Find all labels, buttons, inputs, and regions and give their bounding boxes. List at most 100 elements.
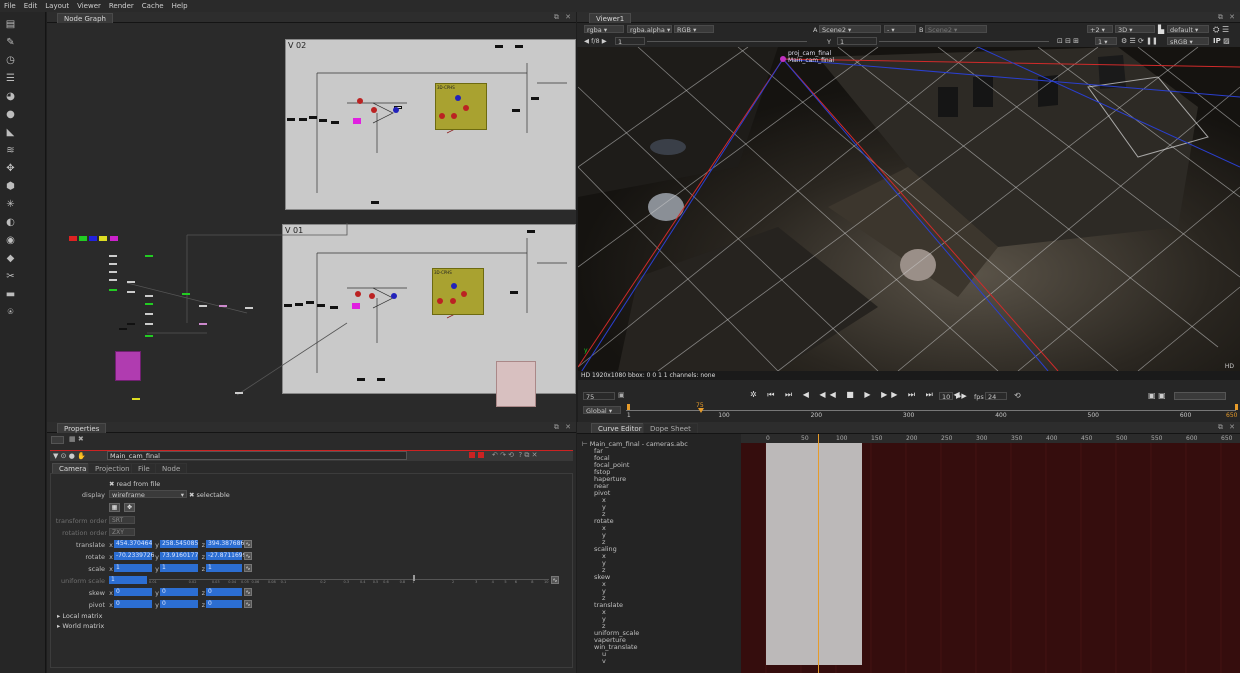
menu-help[interactable]: Help (172, 2, 188, 10)
node-dot[interactable] (369, 293, 375, 299)
views-tool-icon[interactable]: ◉ (4, 234, 17, 247)
step-forward-icon[interactable]: ▶▶ (956, 392, 967, 400)
frame-mode-dropdown[interactable]: Global ▾ (583, 406, 621, 415)
3d-group-bottom[interactable]: 3D-CPHS (432, 268, 484, 315)
node[interactable] (145, 323, 153, 325)
tree-item[interactable]: v (602, 657, 606, 665)
gain-field[interactable]: 1 (615, 37, 645, 46)
node[interactable] (127, 291, 135, 293)
curve-icon[interactable]: ∿ (244, 540, 252, 548)
local-matrix-toggle[interactable]: ▸ Local matrix (57, 612, 102, 620)
node[interactable] (182, 293, 190, 295)
node-dot[interactable] (393, 107, 399, 113)
node-dot[interactable] (450, 298, 456, 304)
node-header-icons[interactable]: ▼ ⊙ ● ✋ (53, 452, 86, 460)
tree-item[interactable]: translate (594, 601, 623, 609)
node[interactable] (145, 295, 153, 297)
curve-icon[interactable]: ∿ (551, 576, 559, 584)
tab-projection[interactable]: Projection (88, 463, 137, 473)
loop-icon[interactable]: ⟲ (1014, 391, 1021, 400)
node-color-icon[interactable] (478, 452, 484, 458)
panel-controls[interactable]: ⧉ ✕ (554, 423, 573, 432)
other-tool-icon[interactable]: ▬ (4, 288, 17, 301)
node-red[interactable] (69, 236, 77, 241)
node[interactable] (495, 45, 503, 48)
scale-z-field[interactable]: 1 (206, 564, 242, 572)
curve-graph[interactable]: 0 50 100 150 200 250 300 350 400 450 500 550 600 650 (741, 434, 1240, 673)
node-magenta[interactable] (353, 118, 361, 124)
transform-order-dropdown[interactable]: SRT (109, 516, 135, 524)
tab-properties[interactable]: Properties (57, 423, 107, 433)
3d-tool-icon[interactable]: ⬢ (4, 180, 17, 193)
viewer-tools-icons[interactable]: ⚙ ☰ ⟳ ❚❚ (1121, 37, 1158, 45)
rotate-y-field[interactable]: 73.9160177 (160, 552, 198, 560)
slider-handle[interactable] (413, 575, 415, 581)
node[interactable] (295, 303, 303, 306)
node[interactable] (132, 398, 140, 400)
particles-tool-icon[interactable]: ✳ (4, 198, 17, 211)
node[interactable] (531, 97, 539, 100)
metadata-tool-icon[interactable]: ◆ (4, 252, 17, 265)
render-icon[interactable]: ▦ (109, 503, 120, 512)
rotate-z-field[interactable]: -27.8711699 (206, 552, 246, 560)
node[interactable] (109, 289, 117, 291)
node[interactable] (199, 323, 207, 325)
node[interactable] (377, 378, 385, 381)
pivot-x-field[interactable]: 0 (114, 600, 152, 608)
menu-file[interactable]: File (4, 2, 16, 10)
settings-icon[interactable]: ⛭ ☰ (1213, 25, 1229, 35)
keyframe-range[interactable] (766, 443, 862, 665)
playhead-marker[interactable] (698, 408, 704, 413)
alpha-dropdown[interactable]: rgba.alpha ▾ (627, 25, 672, 34)
playback-range-bar[interactable] (1174, 392, 1226, 400)
node-magenta[interactable] (352, 303, 360, 309)
pivot-y-field[interactable]: 0 (160, 600, 198, 608)
node-graph-canvas[interactable]: V 02 V 01 3D-CPHS 3D-CPHS (47, 23, 576, 422)
colorspace-dropdown[interactable]: sRGB ▾ (1167, 37, 1209, 46)
node[interactable] (306, 301, 314, 304)
node-dot[interactable] (461, 291, 467, 297)
skew-x-field[interactable]: 0 (114, 588, 152, 596)
node[interactable] (109, 271, 117, 273)
uniform-scale-field[interactable]: 1 (109, 576, 147, 584)
gamma-slider[interactable] (879, 41, 1049, 42)
lut-icon[interactable]: ▙ (1158, 25, 1164, 34)
scale-y-field[interactable]: 1 (160, 564, 198, 572)
node-dot[interactable] (391, 293, 397, 299)
node[interactable] (287, 118, 295, 121)
menu-viewer[interactable]: Viewer (77, 2, 101, 10)
keyer-tool-icon[interactable]: ◣ (4, 126, 17, 139)
node-green[interactable] (79, 236, 87, 241)
step-field[interactable]: 10 (939, 392, 953, 401)
tree-item[interactable]: win_translate (594, 643, 638, 651)
node[interactable] (145, 303, 153, 305)
viewer-overlay-icons[interactable]: ⊡ ⊟ ⊞ (1057, 37, 1079, 45)
node[interactable] (512, 109, 520, 112)
frame-one-dropdown[interactable]: 1 ▾ (1095, 37, 1117, 46)
menu-edit[interactable]: Edit (24, 2, 38, 10)
scale-x-field[interactable]: 1 (114, 564, 152, 572)
axis-icon[interactable]: ✥ (124, 503, 135, 512)
node[interactable] (219, 305, 227, 307)
lock-icon[interactable]: ▦ ✖ (69, 435, 84, 443)
node-dot[interactable] (463, 105, 469, 111)
lut-dropdown[interactable]: default ▾ (1167, 25, 1209, 34)
tab-viewer1[interactable]: Viewer1 (589, 13, 632, 23)
node[interactable] (245, 307, 253, 309)
rotation-order-dropdown[interactable]: ZXY (109, 528, 135, 536)
input-b-dropdown[interactable]: Scene2 ▾ (925, 25, 987, 34)
world-matrix-toggle[interactable]: ▸ World matrix (57, 622, 104, 630)
node[interactable] (284, 304, 292, 307)
node-dot[interactable] (355, 291, 361, 297)
node[interactable] (510, 291, 518, 294)
node[interactable] (109, 255, 117, 257)
playback-controls[interactable]: ✲ ⏮ ⏭ ◀ ◀◀ ■ ▶ ▶▶ ⏭ ⏭ ◀◀ (750, 390, 964, 400)
node[interactable] (145, 335, 153, 337)
merge-tool-icon[interactable]: ≋ (4, 144, 17, 157)
transform-tool-icon[interactable]: ✥ (4, 162, 17, 175)
node[interactable] (299, 118, 307, 121)
node[interactable] (331, 121, 339, 124)
menu-layout[interactable]: Layout (45, 2, 69, 10)
node[interactable] (199, 305, 207, 307)
view-mode-dropdown[interactable]: 3D ▾ (1115, 25, 1155, 34)
